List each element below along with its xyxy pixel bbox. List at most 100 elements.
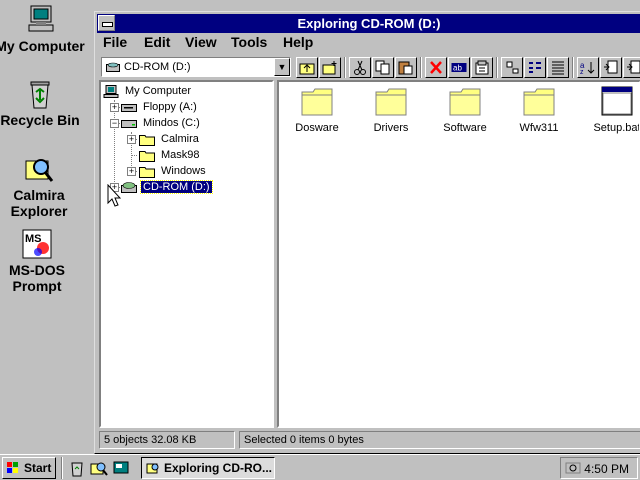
- calmira-explorer-icon: [25, 159, 54, 182]
- hard-drive-icon: [121, 120, 137, 128]
- properties-button[interactable]: [471, 57, 493, 78]
- drive-select-value: CD-ROM (D:): [124, 61, 191, 73]
- mouse-pointer-icon: [107, 184, 121, 207]
- desktop-icon-label: My Computer: [0, 38, 85, 54]
- new-folder-button[interactable]: [319, 57, 341, 78]
- paste-icon: [398, 61, 413, 75]
- floppy-drive-icon: [121, 104, 137, 112]
- tree-item-label: Floppy (A:): [143, 101, 197, 113]
- menu-help[interactable]: Help: [283, 34, 313, 50]
- task-button-explorer[interactable]: Exploring CD-RO...: [141, 457, 275, 479]
- cut-button[interactable]: [349, 57, 371, 78]
- quick-launch-explorer-icon[interactable]: [90, 459, 108, 477]
- copy-button[interactable]: [372, 57, 394, 78]
- cd-rom-icon: [106, 62, 120, 72]
- collapse-minus-icon[interactable]: −: [110, 119, 119, 128]
- file-item-dosware[interactable]: Dosware: [279, 86, 355, 134]
- desktop-icon-label: Recycle Bin: [0, 112, 80, 128]
- menu-tools[interactable]: Tools: [231, 34, 267, 50]
- details-icon: [552, 61, 564, 75]
- small-icons-button[interactable]: [524, 57, 546, 78]
- file-item-label: Software: [443, 122, 487, 134]
- folder-icon: [301, 88, 333, 116]
- properties-icon: [475, 60, 489, 75]
- large-icons-icon: [506, 61, 519, 74]
- desktop-icon-label: Prompt: [12, 278, 62, 294]
- desktop-icon-label: MS-DOS: [9, 262, 65, 278]
- desktop-icon-ms-dos-prompt[interactable]: MS MS-DOS Prompt: [0, 228, 82, 294]
- file-item-label: Drivers: [373, 122, 409, 134]
- window-title: Exploring CD-ROM (D:): [297, 16, 441, 31]
- toolbar-separator: [496, 57, 498, 78]
- title-bar[interactable]: Exploring CD-ROM (D:): [97, 14, 640, 33]
- file-item-label: Setup.bat: [593, 122, 640, 134]
- status-bar: 5 objects 32.08 KB Selected 0 items 0 by…: [97, 430, 640, 450]
- start-button[interactable]: Start: [2, 457, 56, 479]
- file-item-setup-bat[interactable]: Setup.bat: [579, 86, 640, 134]
- rename-icon: ab: [451, 63, 467, 73]
- move-to-button[interactable]: [623, 57, 640, 78]
- tree-line: [114, 100, 115, 188]
- new-folder-icon: [322, 61, 337, 75]
- menu-bar: File Edit View Tools Help: [97, 34, 640, 54]
- tree-item-label: Calmira: [161, 133, 199, 145]
- tray-settings-icon[interactable]: [565, 461, 581, 475]
- toolbar-separator: [420, 57, 422, 78]
- menu-help-label: Help: [283, 34, 314, 50]
- desktop-icon-calmira-explorer[interactable]: Calmira Explorer: [0, 153, 84, 219]
- tree-line: [131, 155, 137, 156]
- rename-button[interactable]: ab: [448, 57, 470, 78]
- file-item-drivers[interactable]: Drivers: [353, 86, 429, 134]
- cd-rom-icon: [121, 182, 137, 193]
- task-button-label: Exploring CD-RO...: [164, 461, 272, 475]
- expand-plus-icon[interactable]: +: [110, 103, 119, 112]
- folder-icon: [139, 151, 155, 162]
- menu-view[interactable]: View: [185, 34, 217, 50]
- up-one-level-button[interactable]: [296, 57, 318, 78]
- file-item-wfw311[interactable]: Wfw311: [501, 86, 577, 134]
- explorer-window-icon: [146, 463, 159, 474]
- toolbar: CD-ROM (D:) ▼ ab a z: [97, 56, 640, 80]
- folder-tree[interactable]: My Computer + Floppy (A:) − Mindos (C:) …: [99, 80, 274, 428]
- large-icons-button[interactable]: [501, 57, 523, 78]
- taskbar: Start Exploring CD-RO... 4:50 PM: [0, 454, 640, 480]
- taskbar-separator: [61, 457, 63, 479]
- ms-dos-icon: MS: [22, 229, 52, 259]
- clock: 4:50 PM: [584, 462, 629, 476]
- expand-plus-icon[interactable]: +: [127, 167, 136, 176]
- move-to-icon: [627, 60, 640, 74]
- dropdown-arrow-icon[interactable]: ▼: [274, 58, 290, 76]
- delete-x-icon: [430, 61, 442, 74]
- expand-plus-icon[interactable]: +: [127, 135, 136, 144]
- delete-button[interactable]: [425, 57, 447, 78]
- status-object-count: 5 objects 32.08 KB: [99, 431, 235, 449]
- details-view-button[interactable]: [547, 57, 569, 78]
- file-item-software[interactable]: Software: [427, 86, 503, 134]
- quick-launch-recycle-icon[interactable]: [68, 459, 86, 477]
- folder-icon: [139, 135, 155, 146]
- folder-icon: [449, 88, 481, 116]
- svg-text:ab: ab: [453, 64, 462, 73]
- tree-item-label: Mindos (C:): [143, 117, 200, 129]
- sort-button[interactable]: az: [577, 57, 599, 78]
- tree-item-label: CD-ROM (D:): [140, 180, 213, 194]
- copy-to-button[interactable]: [600, 57, 622, 78]
- copy-icon: [375, 60, 390, 75]
- file-item-label: Dosware: [295, 122, 339, 134]
- svg-text:z: z: [580, 69, 584, 75]
- menu-file[interactable]: File: [103, 34, 127, 50]
- desktop-icon-label: Calmira: [13, 187, 65, 203]
- file-item-label: Wfw311: [519, 122, 559, 134]
- desktop-icon-recycle-bin[interactable]: Recycle Bin: [0, 78, 85, 128]
- paste-button[interactable]: [395, 57, 417, 78]
- small-icons-icon: [529, 62, 541, 73]
- file-list[interactable]: Dosware Drivers Software Wfw311 Setup.ba…: [277, 80, 640, 428]
- recycle-bin-icon: [30, 81, 50, 109]
- drive-select[interactable]: CD-ROM (D:) ▼: [101, 57, 291, 77]
- folder-icon: [139, 167, 155, 178]
- desktop-icon-my-computer[interactable]: My Computer: [0, 4, 85, 54]
- copy-to-icon: [604, 60, 618, 74]
- quick-launch-desktop-icon[interactable]: [112, 459, 130, 477]
- menu-edit[interactable]: Edit: [144, 34, 170, 50]
- explorer-window: Exploring CD-ROM (D:) File Edit View Too…: [94, 11, 640, 454]
